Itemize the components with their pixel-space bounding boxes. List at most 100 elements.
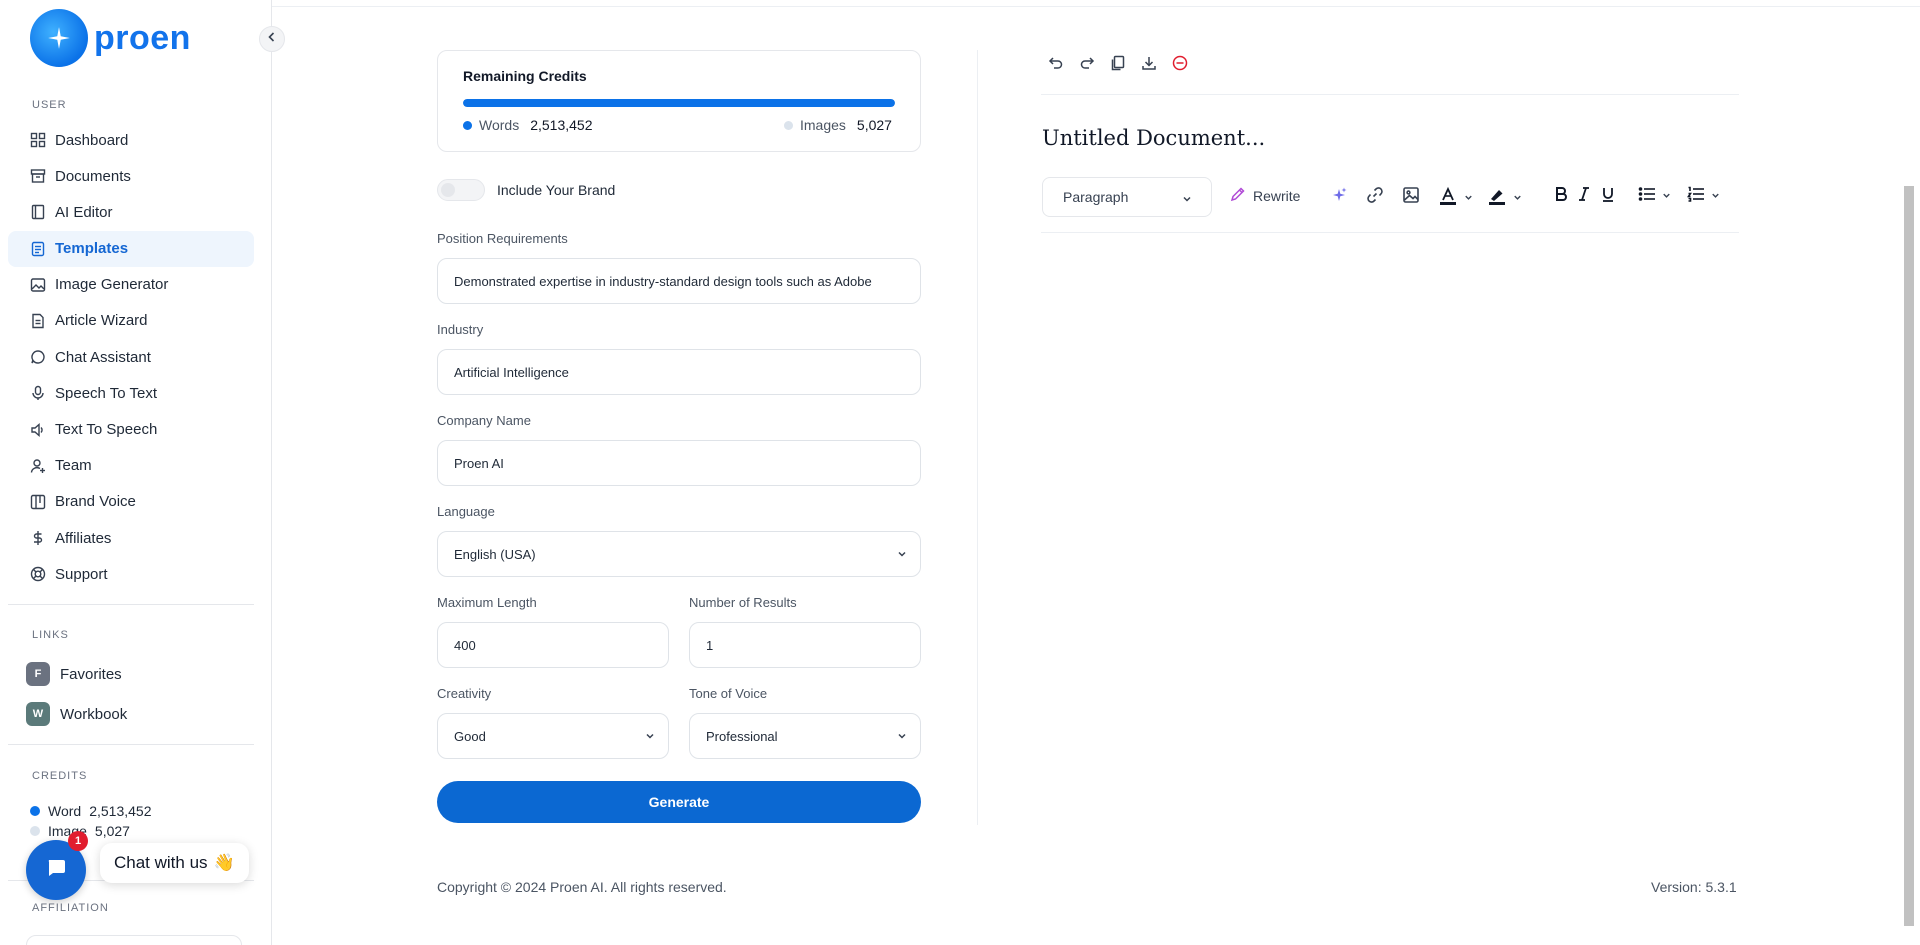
- credits-images-stat: Images 5,027: [784, 117, 892, 133]
- page-scrollbar[interactable]: [1904, 186, 1914, 926]
- sidebar-item-speech-to-text[interactable]: Speech To Text: [8, 375, 254, 411]
- chevron-left-icon: [266, 30, 278, 48]
- copy-icon[interactable]: [1109, 54, 1127, 72]
- sidebar-item-article-wizard[interactable]: Article Wizard: [8, 303, 254, 339]
- paragraph-format-select[interactable]: Paragraph: [1042, 177, 1212, 217]
- stat-label: Images: [800, 117, 846, 133]
- word-dot-icon: [30, 806, 40, 816]
- image-icon: [30, 277, 46, 293]
- text-color-button[interactable]: [1438, 186, 1474, 211]
- sidebar-item-label: Templates: [55, 240, 129, 258]
- bold-icon[interactable]: [1554, 186, 1568, 202]
- microphone-icon: [30, 385, 46, 401]
- sidebar-item-label: Chat Assistant: [55, 348, 151, 366]
- tone-value: Professional: [706, 728, 778, 744]
- chat-greeting[interactable]: Chat with us 👋: [100, 843, 249, 883]
- sidebar-item-templates[interactable]: Templates: [8, 230, 254, 267]
- sidebar-item-brand-voice[interactable]: Brand Voice: [8, 484, 254, 520]
- grid-icon: [30, 132, 46, 148]
- redo-icon[interactable]: [1078, 54, 1096, 72]
- credits-progress-fill: [463, 99, 895, 107]
- sidebar-item-support[interactable]: Support: [8, 556, 254, 592]
- numbered-list-button[interactable]: [1687, 186, 1721, 207]
- credits-progress-bar: [463, 99, 895, 107]
- sidebar-item-affiliates[interactable]: Affiliates: [8, 520, 254, 556]
- sidebar-credit-word: Word 2,513,452: [30, 803, 152, 819]
- user-plus-icon: [30, 458, 46, 474]
- language-label: Language: [437, 504, 495, 519]
- industry-label: Industry: [437, 322, 484, 337]
- sidebar-item-image-generator[interactable]: Image Generator: [8, 267, 254, 303]
- book-icon: [30, 204, 46, 220]
- sidebar-item-label: Team: [55, 457, 92, 475]
- sidebar-item-label: AI Editor: [55, 203, 113, 221]
- max-length-input[interactable]: 400: [437, 622, 669, 668]
- italic-icon[interactable]: [1578, 186, 1590, 202]
- stat-value: 2,513,452: [530, 117, 593, 133]
- sidebar-divider: [8, 744, 254, 745]
- file-text-icon: [30, 241, 46, 257]
- tone-select[interactable]: Professional: [689, 713, 921, 759]
- editor-toolbar-divider: [1041, 232, 1739, 233]
- max-length-label: Maximum Length: [437, 595, 537, 610]
- link-workbook[interactable]: W Workbook: [26, 702, 127, 726]
- brand-logo[interactable]: proen: [30, 9, 191, 67]
- sidebar-item-documents[interactable]: Documents: [8, 158, 254, 194]
- sidebar-item-team[interactable]: Team: [8, 448, 254, 484]
- footer-version: Version: 5.3.1: [1651, 879, 1737, 895]
- company-name-input[interactable]: Proen AI: [437, 440, 921, 486]
- stat-value: 5,027: [856, 117, 892, 133]
- sidebar-divider: [8, 604, 254, 605]
- format-value: Paragraph: [1063, 189, 1129, 205]
- pencil-icon: [1230, 186, 1246, 205]
- sidebar: proen USER Dashboard Documents AI Editor…: [0, 0, 272, 945]
- generate-button[interactable]: Generate: [437, 781, 921, 823]
- sidebar-item-label: Support: [55, 565, 108, 583]
- include-brand-toggle[interactable]: [437, 179, 485, 201]
- credit-label: Word: [48, 803, 82, 819]
- rewrite-button[interactable]: Rewrite: [1230, 186, 1300, 205]
- collapse-sidebar-button[interactable]: [259, 26, 285, 52]
- section-label-links: LINKS: [32, 629, 69, 641]
- highlight-button[interactable]: [1487, 186, 1523, 211]
- stat-label: Words: [479, 117, 520, 133]
- column-divider: [977, 50, 978, 825]
- document-title[interactable]: Untitled Document...: [1042, 126, 1265, 150]
- position-requirements-input[interactable]: Demonstrated expertise in industry-stand…: [437, 258, 921, 304]
- undo-icon[interactable]: [1047, 54, 1065, 72]
- sidebar-item-chat-assistant[interactable]: Chat Assistant: [8, 339, 254, 375]
- language-value: English (USA): [454, 546, 536, 562]
- numbered-list-icon: [1687, 186, 1705, 207]
- link-icon[interactable]: [1366, 186, 1384, 204]
- insert-image-icon[interactable]: [1402, 186, 1420, 204]
- industry-input[interactable]: Artificial Intelligence: [437, 349, 921, 395]
- sidebar-item-label: Image Generator: [55, 276, 169, 294]
- sidebar-item-label: Speech To Text: [55, 384, 158, 402]
- credit-value: 2,513,452: [89, 803, 152, 819]
- underline-icon[interactable]: [1601, 186, 1615, 202]
- affiliation-card[interactable]: [26, 935, 242, 945]
- sidebar-item-label: Affiliates: [55, 529, 112, 547]
- chevron-down-icon: [896, 548, 908, 563]
- sidebar-item-label: Documents: [55, 167, 131, 185]
- lifebuoy-icon: [30, 566, 46, 582]
- num-results-input[interactable]: 1: [689, 622, 921, 668]
- language-select[interactable]: English (USA): [437, 531, 921, 577]
- chevron-down-icon: [1181, 192, 1193, 208]
- credit-value: 5,027: [94, 823, 130, 839]
- chevron-down-icon: [1463, 190, 1474, 208]
- creativity-select[interactable]: Good: [437, 713, 669, 759]
- delete-circle-icon[interactable]: [1171, 54, 1189, 72]
- bullet-list-button[interactable]: [1638, 186, 1672, 207]
- download-icon[interactable]: [1140, 54, 1158, 72]
- ai-sparkle-icon[interactable]: [1330, 186, 1348, 204]
- chevron-down-icon: [1512, 190, 1523, 208]
- editor-divider: [1041, 94, 1739, 95]
- link-favorites[interactable]: F Favorites: [26, 662, 122, 686]
- include-brand-label: Include Your Brand: [497, 182, 616, 198]
- sidebar-item-dashboard[interactable]: Dashboard: [8, 122, 254, 158]
- volume-icon: [30, 422, 46, 438]
- sidebar-item-ai-editor[interactable]: AI Editor: [8, 194, 254, 230]
- highlighter-icon: [1487, 186, 1507, 211]
- sidebar-item-text-to-speech[interactable]: Text To Speech: [8, 412, 254, 448]
